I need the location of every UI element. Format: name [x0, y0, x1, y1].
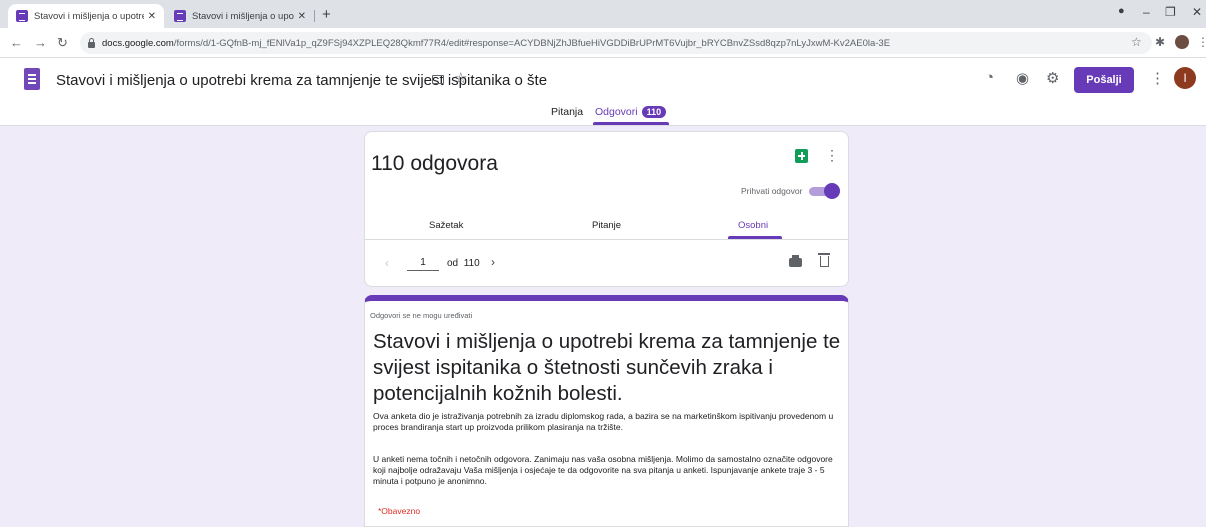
bookmark-star-icon[interactable]: ☆ [1131, 35, 1142, 49]
next-response-icon[interactable]: › [491, 255, 495, 269]
sheets-icon[interactable] [795, 149, 808, 163]
record-indicator-icon: ● [1118, 5, 1125, 17]
minimize-icon[interactable]: – [1143, 5, 1150, 19]
previous-response-icon[interactable]: ‹ [385, 256, 389, 270]
pager-total-value: 110 [463, 258, 480, 269]
responses-not-editable-note: Odgovori se ne mogu uređivati [370, 311, 473, 320]
url-field[interactable]: docs.google.com /forms/d/1-GQfnB-mj_fENl… [80, 32, 1152, 54]
tab-question[interactable]: Pitanje [592, 220, 621, 231]
more-options-icon[interactable]: ⋮ [1150, 69, 1165, 87]
more-options-icon[interactable]: ⋮ [825, 147, 839, 164]
responses-summary-card: 110 odgovora ⋮ Prihvati odgovor Sažetak … [364, 131, 849, 287]
folder-icon[interactable] [432, 75, 444, 84]
delete-icon[interactable] [818, 253, 830, 267]
url-host: docs.google.com [102, 37, 174, 49]
tab-summary[interactable]: Sažetak [429, 220, 463, 231]
form-description-2: U anketi nema točnih i netočnih odgovora… [373, 454, 833, 486]
google-forms-icon[interactable] [24, 68, 40, 90]
profile-avatar[interactable] [1175, 35, 1189, 49]
close-tab-icon[interactable]: ✕ [298, 11, 306, 22]
palette-icon[interactable]: ◔ [985, 69, 994, 86]
tab-questions[interactable]: Pitanja [551, 106, 583, 118]
browser-tab-strip: Stavovi i mišljenja o upotrebi kre ✕ Sta… [0, 0, 1206, 28]
browser-tab-title: Stavovi i mišljenja o upotrebi kre [192, 10, 294, 22]
divider [365, 239, 848, 240]
reload-icon[interactable]: ↻ [57, 35, 68, 51]
send-button[interactable]: Pošalji [1074, 67, 1134, 93]
tab-individual[interactable]: Osobni [738, 220, 768, 231]
extensions-icon[interactable]: ✱ [1155, 35, 1165, 49]
avatar[interactable]: I [1174, 67, 1196, 89]
pager-of-label: od [447, 258, 459, 269]
forms-favicon-icon [16, 10, 28, 22]
form-header-card: Odgovori se ne mogu uređivati Stavovi i … [364, 295, 849, 527]
forward-icon[interactable]: → [34, 35, 47, 50]
form-description-1: Ova anketa dio je istraživanja potrebnih… [373, 411, 834, 432]
pager-total: od 110 [447, 258, 480, 269]
restore-icon[interactable]: ❐ [1165, 5, 1176, 19]
close-window-icon[interactable]: ✕ [1192, 5, 1202, 19]
url-path: /forms/d/1-GQfnB-mj_fENlVa1p_qZ9FSj94XZP… [173, 37, 891, 49]
form-title: Stavovi i mišljenja o upotrebi krema za … [373, 330, 841, 405]
response-number-input[interactable]: 1 [407, 257, 439, 271]
browser-tab-title: Stavovi i mišljenja o upotrebi kre [34, 10, 144, 22]
preview-eye-icon[interactable]: ◉ [1016, 69, 1029, 87]
browser-menu-icon[interactable]: ⋮ [1197, 35, 1206, 49]
accept-responses-label: Prihvati odgovor [741, 186, 803, 196]
accept-responses-toggle-thumb[interactable] [824, 183, 840, 199]
response-count-badge: 110 [641, 106, 667, 118]
required-note: *Obavezno [378, 506, 421, 516]
response-count-heading: 110 odgovora [371, 152, 498, 175]
address-bar-row: ← → ↻ docs.google.com /forms/d/1-GQfnB-m… [0, 28, 1206, 58]
form-doc-title[interactable]: Stavovi i mišljenja o upotrebi krema za … [56, 72, 547, 89]
tab-responses[interactable]: Odgovori 110 [595, 106, 667, 118]
forms-header: Stavovi i mišljenja o upotrebi krema za … [0, 58, 1206, 126]
close-tab-icon[interactable]: ✕ [148, 11, 156, 22]
new-tab-button[interactable]: + [322, 6, 331, 23]
tab-responses-label: Odgovori [595, 106, 638, 118]
forms-favicon-icon [174, 10, 186, 22]
browser-tab-1[interactable]: Stavovi i mišljenja o upotrebi kre ✕ [8, 4, 164, 28]
back-icon[interactable]: ← [10, 35, 23, 50]
tab-divider [314, 10, 315, 22]
star-icon[interactable]: ☆ [454, 69, 467, 87]
lock-icon [88, 37, 95, 48]
print-icon[interactable] [789, 255, 802, 267]
settings-gear-icon[interactable]: ⚙ [1046, 69, 1059, 87]
active-tab-indicator [593, 122, 669, 125]
browser-tab-2[interactable]: Stavovi i mišljenja o upotrebi kre ✕ [166, 4, 314, 28]
